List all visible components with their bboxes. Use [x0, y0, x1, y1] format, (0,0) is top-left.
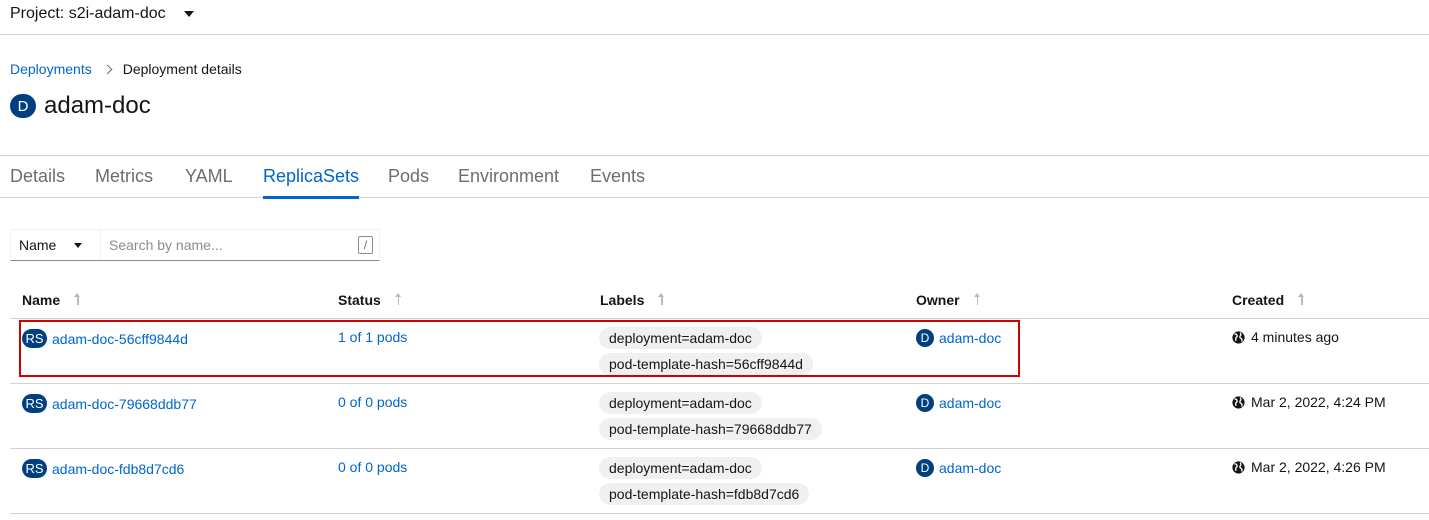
- project-bar: Project: s2i-adam-doc: [0, 0, 1429, 35]
- name-cell: RS adam-doc-56cff9844d: [22, 329, 188, 348]
- breadcrumb: Deployments Deployment details: [10, 61, 242, 77]
- breadcrumb-deployments-link[interactable]: Deployments: [10, 61, 92, 77]
- replicaset-link[interactable]: adam-doc-79668ddb77: [52, 396, 197, 412]
- labels-cell: deployment=adam-doc pod-template-hash=79…: [599, 392, 822, 440]
- globe-icon: [1232, 460, 1245, 474]
- owner-link[interactable]: adam-doc: [939, 330, 1001, 346]
- labels-cell: deployment=adam-doc pod-template-hash=56…: [599, 327, 813, 375]
- label-chip[interactable]: deployment=adam-doc: [599, 457, 762, 479]
- column-header-owner[interactable]: Owner: [916, 292, 982, 308]
- status-link[interactable]: 1 of 1 pods: [338, 329, 407, 345]
- project-selector[interactable]: Project: s2i-adam-doc: [10, 5, 194, 23]
- tab-metrics[interactable]: Metrics: [95, 166, 153, 196]
- label-chip[interactable]: deployment=adam-doc: [599, 392, 762, 414]
- tab-yaml[interactable]: YAML: [185, 166, 233, 196]
- globe-icon: [1232, 395, 1245, 409]
- filter-toolbar: Name /: [10, 229, 380, 261]
- label-chip[interactable]: pod-template-hash=fdb8d7cd6: [599, 483, 810, 505]
- sort-icon: [1298, 293, 1306, 307]
- deployment-badge-icon: D: [10, 94, 36, 118]
- created-timestamp: Mar 2, 2022, 4:26 PM: [1251, 459, 1386, 475]
- page-title: adam-doc: [44, 92, 151, 119]
- replicaset-badge-icon: RS: [22, 459, 47, 478]
- status-link[interactable]: 0 of 0 pods: [338, 394, 407, 410]
- tab-bar: Details Metrics YAML ReplicaSets Pods En…: [0, 155, 1429, 199]
- created-timestamp: 4 minutes ago: [1251, 329, 1339, 345]
- label-chip[interactable]: pod-template-hash=79668ddb77: [599, 418, 822, 440]
- project-label: Project: s2i-adam-doc: [10, 5, 166, 22]
- created-cell: Mar 2, 2022, 4:24 PM: [1232, 394, 1386, 410]
- globe-icon: [1232, 330, 1245, 344]
- tab-environment[interactable]: Environment: [458, 166, 559, 196]
- table-row: RS adam-doc-79668ddb77 0 of 0 pods deplo…: [10, 384, 1429, 449]
- name-cell: RS adam-doc-79668ddb77: [22, 394, 197, 413]
- label-chip[interactable]: pod-template-hash=56cff9844d: [599, 353, 813, 375]
- name-cell: RS adam-doc-fdb8d7cd6: [22, 459, 184, 478]
- caret-down-icon: [183, 11, 194, 17]
- replicaset-link[interactable]: adam-doc-56cff9844d: [52, 331, 188, 347]
- status-link[interactable]: 0 of 0 pods: [338, 459, 407, 475]
- table-row: RS adam-doc-56cff9844d 1 of 1 pods deplo…: [10, 319, 1429, 384]
- slash-shortcut-icon: /: [358, 236, 373, 254]
- replicaset-link[interactable]: adam-doc-fdb8d7cd6: [52, 461, 184, 477]
- column-header-name[interactable]: Name: [22, 292, 82, 308]
- sort-icon: [394, 293, 403, 307]
- sort-icon: [74, 293, 82, 307]
- owner-link[interactable]: adam-doc: [939, 395, 1001, 411]
- labels-cell: deployment=adam-doc pod-template-hash=fd…: [599, 457, 810, 505]
- tab-replicasets[interactable]: ReplicaSets: [263, 166, 360, 199]
- tab-pods[interactable]: Pods: [388, 166, 429, 196]
- owner-link[interactable]: adam-doc: [939, 460, 1001, 476]
- breadcrumb-current: Deployment details: [122, 61, 242, 77]
- sort-icon: [658, 293, 666, 307]
- deployment-badge-icon: D: [916, 459, 934, 477]
- table-row: RS adam-doc-fdb8d7cd6 0 of 0 pods deploy…: [10, 449, 1429, 514]
- search-input[interactable]: [101, 230, 379, 260]
- created-timestamp: Mar 2, 2022, 4:24 PM: [1251, 394, 1386, 410]
- label-chip[interactable]: deployment=adam-doc: [599, 327, 762, 349]
- tab-details[interactable]: Details: [10, 166, 65, 196]
- replicaset-badge-icon: RS: [22, 394, 47, 413]
- owner-cell: D adam-doc: [916, 459, 1001, 477]
- page-heading: D adam-doc: [10, 92, 151, 120]
- created-cell: Mar 2, 2022, 4:26 PM: [1232, 459, 1386, 475]
- column-header-created[interactable]: Created: [1232, 292, 1306, 308]
- deployment-badge-icon: D: [916, 394, 934, 412]
- sort-icon: [973, 293, 982, 307]
- column-header-status[interactable]: Status: [338, 292, 403, 308]
- replicaset-badge-icon: RS: [22, 329, 47, 348]
- deployment-badge-icon: D: [916, 329, 934, 347]
- replicasets-table: Name Status Labels Owner Created RS adam…: [10, 283, 1429, 514]
- filter-type-label: Name: [19, 237, 57, 253]
- owner-cell: D adam-doc: [916, 329, 1001, 347]
- column-header-labels[interactable]: Labels: [600, 292, 666, 308]
- created-cell: 4 minutes ago: [1232, 329, 1339, 345]
- chevron-right-icon: [102, 64, 113, 74]
- caret-down-icon: [74, 242, 83, 248]
- table-header: Name Status Labels Owner Created: [10, 283, 1429, 319]
- filter-type-dropdown[interactable]: Name: [11, 230, 101, 260]
- owner-cell: D adam-doc: [916, 394, 1001, 412]
- tab-events[interactable]: Events: [590, 166, 645, 196]
